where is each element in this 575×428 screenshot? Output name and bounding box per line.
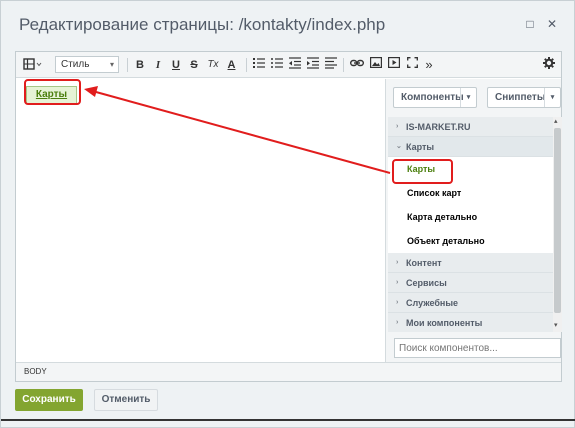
chevron-right-icon: › xyxy=(396,279,399,286)
clear-format-button[interactable]: Tx xyxy=(206,57,220,73)
category-label: Служебные xyxy=(406,298,459,308)
outdent-icon[interactable] xyxy=(288,57,302,73)
category-label: Мои компоненты xyxy=(406,318,483,328)
bullet-list-icon[interactable] xyxy=(270,57,284,73)
components-panel: Компоненты ▾ Сниппеты ▾ › IS-MARKET.RU ⌄ К… xyxy=(385,79,562,362)
scrollbar-thumb[interactable] xyxy=(554,128,561,313)
tree-item-object-detail[interactable]: Объект детально xyxy=(388,229,553,253)
style-select[interactable]: Стиль ▾ xyxy=(55,56,119,73)
item-label: Карта детально xyxy=(407,212,478,222)
tree-item-map-detail[interactable]: Карта детально xyxy=(388,205,553,229)
toolbar-divider xyxy=(343,58,344,72)
underline-button[interactable]: U xyxy=(170,57,182,73)
chevron-down-icon: ▾ xyxy=(109,60,114,69)
tree-category-system[interactable]: › Служебные xyxy=(388,293,553,313)
italic-button[interactable]: I xyxy=(152,57,164,73)
scroll-down-icon[interactable]: ▾ xyxy=(554,321,558,329)
category-label: Карты xyxy=(406,142,435,152)
chevron-right-icon: › xyxy=(396,123,399,130)
category-label: Сервисы xyxy=(406,278,447,288)
ordered-list-icon[interactable] xyxy=(252,57,266,73)
tree-scrollbar[interactable]: ▴ ▾ xyxy=(553,117,562,332)
editor-content-area[interactable]: Карты xyxy=(16,79,384,362)
image-icon[interactable] xyxy=(369,57,383,73)
cancel-button[interactable]: Отменить xyxy=(94,389,158,411)
dom-path[interactable]: BODY xyxy=(24,367,47,376)
editor-dialog: Редактирование страницы: /kontakty/index… xyxy=(0,0,575,428)
font-color-button[interactable]: A xyxy=(225,57,238,73)
chevron-right-icon: › xyxy=(396,259,399,266)
category-label: Контент xyxy=(406,258,442,268)
chevron-down-icon: ▾ xyxy=(460,88,476,107)
maximize-icon[interactable]: □ xyxy=(523,17,537,31)
toolbar-divider xyxy=(127,58,128,72)
dom-path-bar: BODY xyxy=(16,362,561,381)
components-button[interactable]: Компоненты ▾ xyxy=(393,87,477,108)
style-select-value: Стиль xyxy=(61,59,90,70)
bottom-border xyxy=(1,419,575,421)
chevron-down-icon: ⌄ xyxy=(396,143,402,150)
tree-category-maps[interactable]: ⌄ Карты xyxy=(388,137,553,157)
tree-category-services[interactable]: › Сервисы xyxy=(388,273,553,293)
component-tree: › IS-MARKET.RU ⌄ Карты Карты Список карт К… xyxy=(388,117,553,332)
components-button-label: Компоненты xyxy=(401,92,464,103)
category-label: IS-MARKET.RU xyxy=(406,122,471,132)
save-button[interactable]: Сохранить xyxy=(15,389,83,411)
align-icon[interactable] xyxy=(324,57,338,73)
title-bar: Редактирование страницы: /kontakty/index… xyxy=(1,1,574,47)
snippets-button[interactable]: Сниппеты ▾ xyxy=(487,87,561,108)
item-label: Объект детально xyxy=(407,236,485,246)
chevron-right-icon: › xyxy=(396,299,399,306)
bold-button[interactable]: B xyxy=(134,57,146,73)
highlight-item-annotation xyxy=(392,159,453,184)
component-search-input[interactable] xyxy=(394,338,561,358)
fullscreen-icon[interactable] xyxy=(405,57,419,73)
video-icon[interactable] xyxy=(387,57,401,73)
gear-icon[interactable] xyxy=(542,57,556,73)
close-icon[interactable]: ✕ xyxy=(545,17,559,31)
dialog-title: Редактирование страницы: /kontakty/index… xyxy=(19,15,386,34)
tree-item-map-list[interactable]: Список карт xyxy=(388,181,553,205)
tree-category-my-components[interactable]: › Мои компоненты xyxy=(388,313,553,332)
scroll-up-icon[interactable]: ▴ xyxy=(554,117,558,125)
toolbar-divider xyxy=(246,58,247,72)
tree-category-content[interactable]: › Контент xyxy=(388,253,553,273)
snippets-button-label: Сниппеты xyxy=(495,92,546,103)
html-editor: Стиль ▾ B I U S Tx A » Карты Компоненты … xyxy=(15,51,562,382)
chevron-down-icon: ▾ xyxy=(544,88,560,107)
more-tools-button[interactable]: » xyxy=(423,57,435,73)
editor-toolbar: Стиль ▾ B I U S Tx A » xyxy=(16,52,561,78)
item-label: Список карт xyxy=(407,188,462,198)
strikethrough-button[interactable]: S xyxy=(188,57,200,73)
indent-icon[interactable] xyxy=(306,57,320,73)
highlight-placeholder-annotation xyxy=(24,79,81,105)
chevron-right-icon: › xyxy=(396,319,399,326)
view-mode-icon[interactable] xyxy=(22,57,44,73)
tree-category-is-market[interactable]: › IS-MARKET.RU xyxy=(388,117,553,137)
link-icon[interactable] xyxy=(349,57,365,73)
